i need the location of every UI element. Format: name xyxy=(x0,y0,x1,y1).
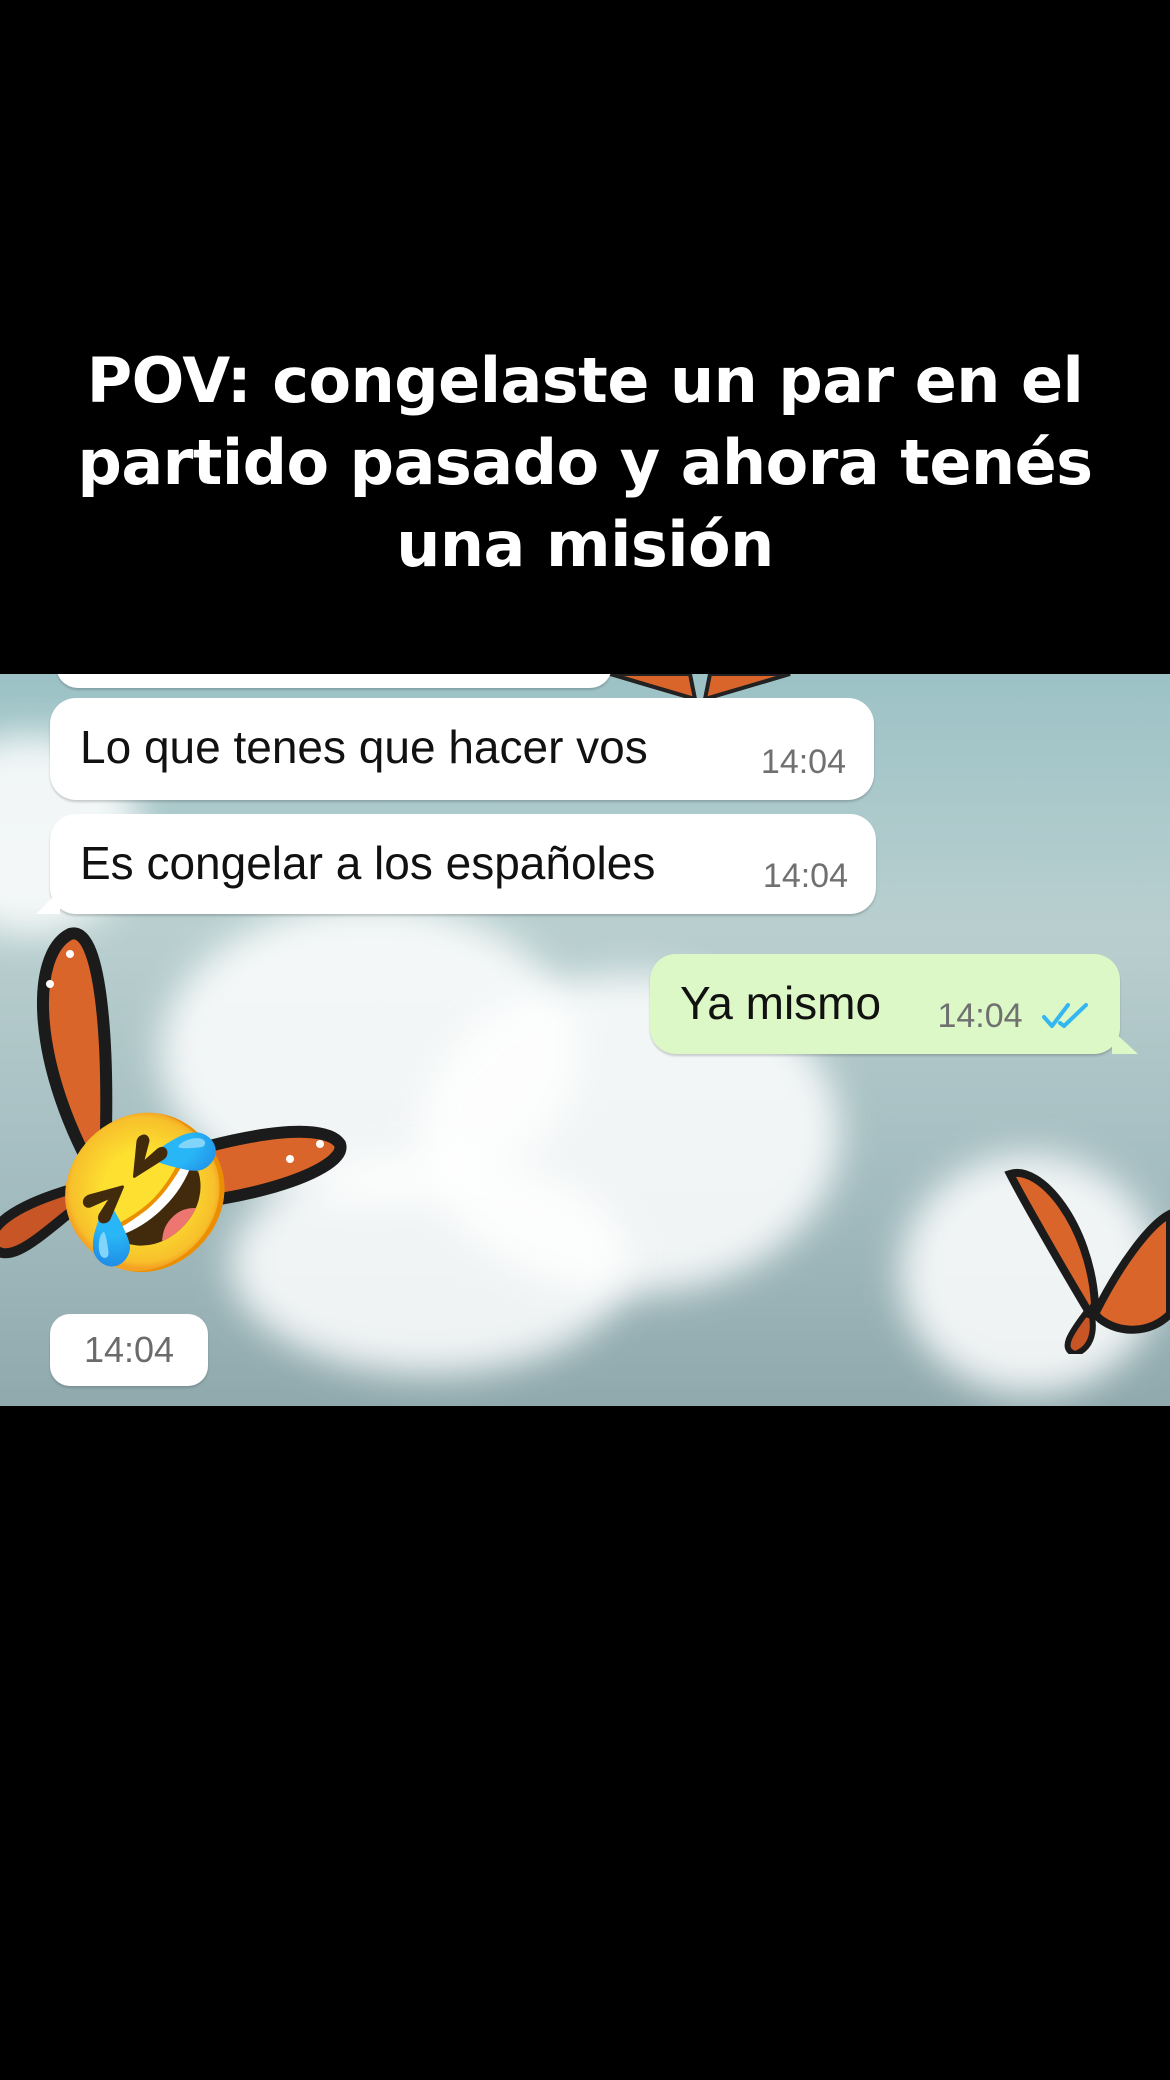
video-caption: POV: congelaste un par en el partido pas… xyxy=(0,340,1170,586)
caption-line-2: partido pasado y ahora tenés xyxy=(77,426,1093,499)
message-bubble[interactable]: Lo que tenes que hacer vos 14:04 xyxy=(50,698,874,800)
message-time: 14:04 xyxy=(937,997,1023,1035)
caption-line-3: una misión xyxy=(396,508,774,581)
butterfly-decoration xyxy=(1004,1168,1170,1354)
caption-line-1: POV: congelaste un par en el xyxy=(86,344,1084,417)
bubble-tail xyxy=(1112,1030,1138,1054)
bubble-tail xyxy=(36,890,60,914)
message-bubble-partial xyxy=(56,674,612,688)
message-bubble-outgoing[interactable]: Ya mismo 14:04 xyxy=(650,954,1138,1054)
message-text: Es congelar a los españoles xyxy=(80,837,656,889)
message-time: 14:04 xyxy=(760,743,846,781)
message-text: Ya mismo xyxy=(680,977,882,1029)
message-text: Lo que tenes que hacer vos xyxy=(80,721,648,773)
message-time: 14:04 xyxy=(50,1314,208,1386)
double-check-icon xyxy=(1042,1003,1088,1028)
message-bubble[interactable]: Es congelar a los españoles 14:04 xyxy=(36,814,876,914)
chat-screenshot: Lo que tenes que hacer vos 14:04 Es cong… xyxy=(0,674,1170,1406)
emoji-message[interactable]: 🤣 xyxy=(52,1118,239,1268)
message-time-status: 14:04 xyxy=(937,997,1092,1036)
message-time: 14:04 xyxy=(762,857,848,895)
